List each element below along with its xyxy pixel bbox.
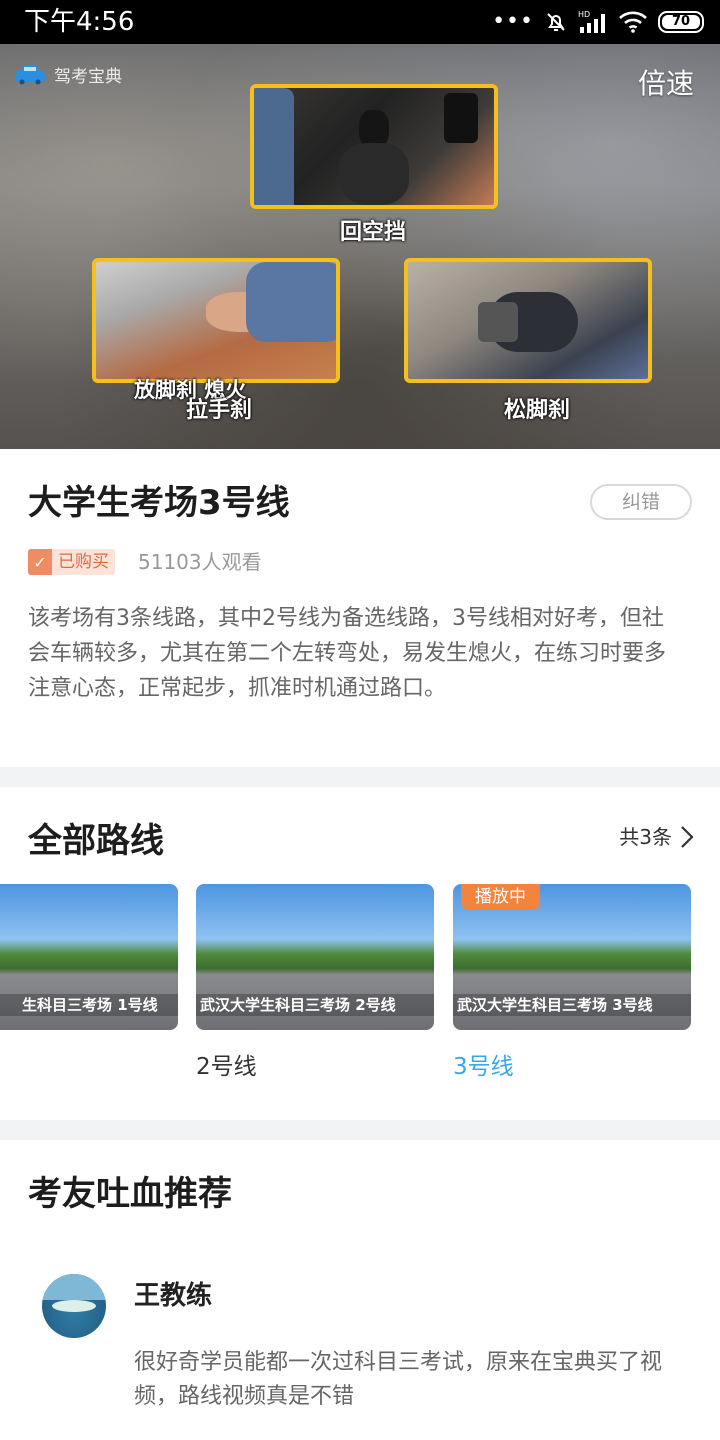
route-card-3[interactable]: 播放中 武汉大学生科目三考场 3号线 3号线 bbox=[453, 884, 691, 1082]
all-routes-section: 全部路线 共3条 生科目三考场 1号线 武汉大学生科目三考场 2号线 2号线 播… bbox=[0, 787, 720, 1120]
leg-shape bbox=[254, 88, 294, 205]
route-info-card: 大学生考场3号线 纠错 ✓ 已购买 51103人观看 该考场有3条线路，其中2号… bbox=[0, 449, 720, 767]
purchased-label: 已购买 bbox=[58, 552, 109, 572]
avatar-sky bbox=[42, 1274, 106, 1300]
purchased-badge: ✓ 已购买 bbox=[28, 549, 115, 575]
routes-title: 全部路线 bbox=[28, 821, 164, 861]
app-name: 驾考宝典 bbox=[54, 67, 122, 87]
status-icons: ••• HD 70 bbox=[492, 8, 704, 36]
gear-boot-shape bbox=[339, 143, 409, 205]
svg-text:HD: HD bbox=[578, 10, 590, 19]
route-thumbnail: 武汉大学生科目三考场 2号线 bbox=[196, 884, 434, 1030]
review-text: 很好奇学员能都一次过科目三考试，原来在宝典买了视频，路线视频真是不错 bbox=[134, 1350, 663, 1409]
app-logo: 驾考宝典 bbox=[14, 62, 122, 87]
wifi-icon bbox=[619, 11, 647, 33]
status-time: 下午4:56 bbox=[24, 7, 135, 37]
route-card-2[interactable]: 武汉大学生科目三考场 2号线 2号线 bbox=[196, 884, 434, 1082]
report-error-button[interactable]: 纠错 bbox=[590, 484, 692, 520]
route-banner: 武汉大学生科目三考场 2号线 bbox=[196, 994, 434, 1016]
mute-bell-icon bbox=[547, 13, 565, 31]
route-thumbnail: 生科目三考场 1号线 bbox=[0, 884, 178, 1030]
battery-level: 70 bbox=[662, 15, 700, 29]
page-title: 大学生考场3号线 bbox=[28, 483, 290, 523]
route-label: 2号线 bbox=[196, 1054, 257, 1080]
routes-count-link[interactable]: 共3条 bbox=[619, 823, 694, 851]
reviewer-name: 王教练 bbox=[134, 1281, 213, 1311]
caption-release-brake: 松脚刹 bbox=[504, 398, 571, 423]
speed-button[interactable]: 倍速 bbox=[638, 66, 694, 102]
route-thumbnail: 播放中 武汉大学生科目三考场 3号线 bbox=[453, 884, 691, 1030]
handbrake-frame bbox=[92, 258, 340, 383]
caption-neutral: 回空挡 bbox=[340, 220, 407, 245]
status-bar: 下午4:56 ••• HD 70 bbox=[0, 0, 720, 44]
check-icon: ✓ bbox=[28, 549, 52, 575]
recommend-title: 考友吐血推荐 bbox=[28, 1174, 232, 1214]
jeans-shape bbox=[246, 262, 336, 342]
recommend-section: 考友吐血推荐 王教练 很好奇学员能都一次过科目三考试，原来在宝典买了视频，路线视… bbox=[0, 1140, 720, 1440]
chevron-right-icon bbox=[681, 826, 694, 848]
video-player[interactable]: 驾考宝典 倍速 回空挡 放脚刹 熄火 拉手刹 松脚刹 bbox=[0, 44, 720, 449]
view-count: 51103人观看 bbox=[138, 550, 262, 574]
route-banner: 武汉大学生科目三考场 3号线 bbox=[453, 994, 691, 1016]
pedal-shape bbox=[478, 302, 518, 342]
route-card-1[interactable]: 生科目三考场 1号线 bbox=[0, 884, 178, 1052]
caption-handbrake: 拉手刹 bbox=[186, 398, 253, 423]
car-logo-icon bbox=[15, 65, 45, 84]
routes-count-label: 共3条 bbox=[619, 825, 672, 849]
battery-icon: 70 bbox=[658, 11, 704, 33]
avatar-island bbox=[52, 1300, 96, 1312]
release-brake-frame bbox=[404, 258, 652, 383]
neutral-gear-frame bbox=[250, 84, 498, 209]
route-label: 3号线 bbox=[453, 1054, 514, 1080]
route-description: 该考场有3条线路，其中2号线为备选线路，3号线相对好考，但社会车辆较多，尤其在第… bbox=[28, 606, 667, 701]
route-banner: 生科目三考场 1号线 bbox=[0, 994, 178, 1016]
more-dots-icon: ••• bbox=[492, 9, 534, 34]
device-shape bbox=[444, 93, 478, 143]
hd-signal-icon: HD bbox=[578, 10, 605, 33]
avatar[interactable] bbox=[42, 1274, 106, 1338]
now-playing-tag: 播放中 bbox=[461, 884, 540, 910]
